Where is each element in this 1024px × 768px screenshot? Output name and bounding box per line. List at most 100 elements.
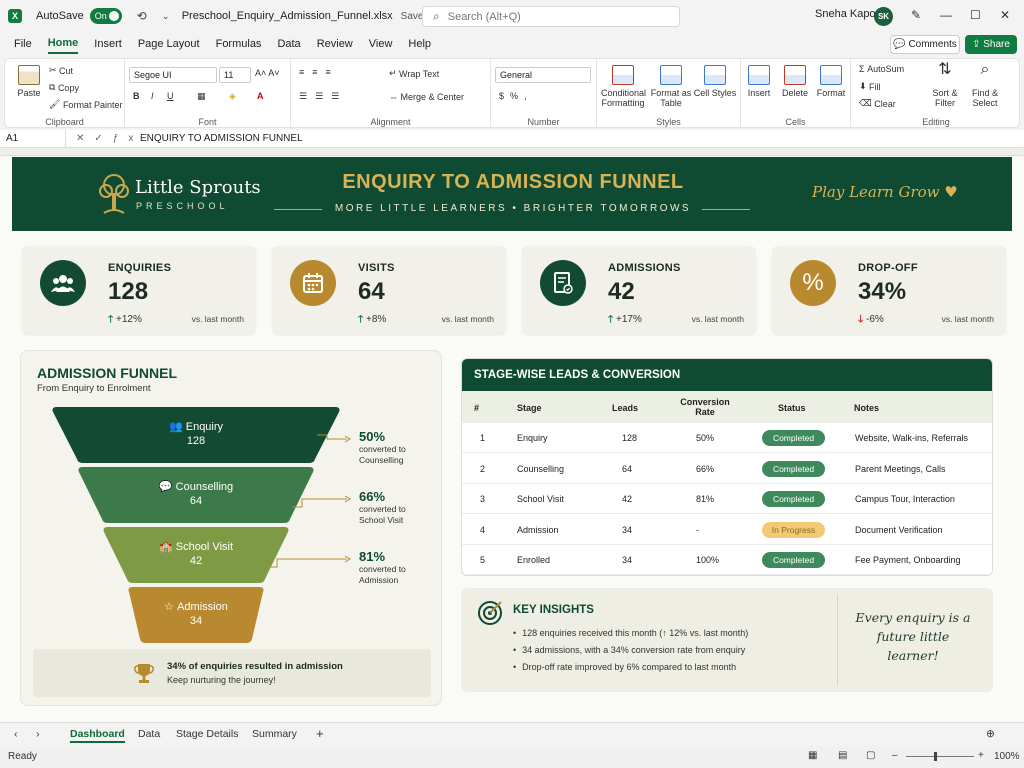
menu-formulas[interactable]: Formulas <box>216 35 262 53</box>
table-row[interactable]: 1 Enquiry 128 50% Completed Website, Walk-ins… <box>462 423 992 453</box>
format-painter-button[interactable]: 🖌 Format Painter <box>49 99 122 110</box>
cell-styles-icon <box>704 65 726 85</box>
clear-button[interactable]: ⌫ Clear <box>859 98 896 109</box>
conversion-label: 50% converted to Counselling <box>359 430 406 466</box>
font-size-select[interactable]: 11 <box>219 67 251 83</box>
paste-button[interactable]: Paste <box>7 65 51 98</box>
autosave-toggle[interactable]: On <box>89 8 122 24</box>
fill-color-icon[interactable]: ◈ <box>229 91 236 102</box>
menu-insert[interactable]: Insert <box>94 35 122 53</box>
menu-review[interactable]: Review <box>317 35 353 53</box>
horizontal-align-icons[interactable]: ☰☰☰ <box>299 91 347 102</box>
cell-styles-button[interactable]: Cell Styles <box>693 65 737 98</box>
formula-input[interactable]: ENQUIRY TO ADMISSION FUNNEL <box>136 133 303 144</box>
format-table-button[interactable]: Format as Table <box>649 65 693 108</box>
table-row[interactable]: 4 Admission 34 - In Progress Document Verific… <box>462 515 992 545</box>
grow-font-icon[interactable]: A˄ A˅ <box>255 68 280 78</box>
format-button[interactable]: Format <box>813 65 849 98</box>
stage-name: Counselling <box>175 481 234 493</box>
vertical-align-icons[interactable]: ≡≡≡ <box>299 67 339 77</box>
chevron-down-icon[interactable]: ⌄ <box>158 11 174 22</box>
comments-button[interactable]: 💬 Comments <box>890 35 960 54</box>
next-sheet-icon[interactable]: › <box>36 728 40 740</box>
formula-bar: A1 ✕✓ƒx ENQUIRY TO ADMISSION FUNNEL <box>0 129 1024 148</box>
menu-page-layout[interactable]: Page Layout <box>138 35 200 53</box>
close-icon[interactable]: ✕ <box>1000 8 1010 22</box>
zoom-slider[interactable] <box>906 756 974 757</box>
menu-view[interactable]: View <box>369 35 393 53</box>
insert-button[interactable]: Insert <box>741 65 777 98</box>
page-break-icon[interactable]: ▢ <box>866 750 875 761</box>
quote-card: Every enquiry is a future little learner… <box>837 594 985 686</box>
insights-title: KEY INSIGHTS <box>513 604 594 616</box>
table-row[interactable]: 3 School Visit 42 81% Completed Campus Tour, … <box>462 484 992 515</box>
editing-label: Editing <box>922 117 950 127</box>
sheet-tab-data[interactable]: Data <box>138 728 160 740</box>
sheet-tab-dashboard[interactable]: Dashboard <box>70 728 125 743</box>
search-input[interactable]: ⌕ Search (Alt+Q) <box>422 6 680 27</box>
name-box[interactable]: A1 <box>0 129 66 148</box>
minimize-icon[interactable]: — <box>940 8 952 22</box>
brand-sub: PRESCHOOL <box>136 201 229 211</box>
zoom-out-icon[interactable]: – <box>892 750 898 761</box>
avatar[interactable]: SK <box>874 7 893 26</box>
share-button[interactable]: ⇪ Share <box>965 35 1017 54</box>
table-header-row: # Stage Leads Conversion Rate Status Not… <box>462 391 992 423</box>
table-row[interactable]: 2 Counselling 64 66% Completed Parent Meeting… <box>462 454 992 484</box>
alignment-group: ≡≡≡ ☰☰☰ ↵ Wrap Text ⇔ Merge & Center Ali… <box>291 59 491 129</box>
kpi-comparison: vs. last month <box>691 314 744 324</box>
font-color-icon[interactable]: A <box>257 91 264 101</box>
cell-conversion: 66% <box>696 463 715 474</box>
italic-button[interactable]: I <box>151 91 154 101</box>
bold-button[interactable]: B <box>133 91 140 101</box>
prev-sheet-icon[interactable]: ‹ <box>14 728 18 740</box>
wrap-text-button[interactable]: ↵ Wrap Text <box>389 68 439 79</box>
sort-filter-button[interactable]: ⇅ Sort & Filter <box>927 62 963 109</box>
conversion-label: 81% converted to Admission <box>359 550 406 586</box>
underline-button[interactable]: U <box>167 91 174 101</box>
number-format-select[interactable]: General <box>495 67 591 83</box>
kpi-delta: 🡑 +12% <box>108 312 142 329</box>
menu-data[interactable]: Data <box>277 35 300 53</box>
copy-button[interactable]: ⧉ Copy <box>49 82 79 93</box>
formula-icons[interactable]: ✕✓ƒx <box>66 133 136 144</box>
conversion-text: converted to <box>359 444 406 454</box>
save-icon[interactable]: ⟲ <box>134 9 150 23</box>
delete-button[interactable]: Delete <box>777 65 813 98</box>
scroll-right-icon[interactable]: ⊕ <box>986 728 995 740</box>
percent-icon: % <box>790 260 836 306</box>
header-conversion: Conversion Rate <box>680 397 730 417</box>
maximize-icon[interactable]: ☐ <box>970 8 981 22</box>
zoom-level[interactable]: 100% <box>994 751 1020 762</box>
fill-button[interactable]: ⬇ Fill <box>859 81 881 92</box>
cell-conversion: 100% <box>696 555 720 566</box>
pen-icon[interactable]: ✎ <box>911 8 921 22</box>
cell-conversion: 81% <box>696 494 715 505</box>
currency-percent-icons[interactable]: $%, <box>499 91 533 101</box>
cell-notes: Document Verification <box>855 524 943 535</box>
menu-home[interactable]: Home <box>47 34 79 54</box>
filename: Preschool_Enquiry_Admission_Funnel.xlsx <box>181 10 393 22</box>
menu-file[interactable]: File <box>14 35 32 53</box>
header-num: # <box>474 403 480 413</box>
kpi-delta-value: +12% <box>115 314 142 325</box>
conditional-formatting-button[interactable]: Conditional Formatting <box>601 65 646 108</box>
table-row[interactable]: 5 Enrolled 34 100% Completed Fee Payment, Onb… <box>462 545 992 575</box>
borders-icon[interactable]: ▦ <box>197 91 206 102</box>
stage-count: 42 <box>189 555 203 567</box>
menu-help[interactable]: Help <box>408 35 431 53</box>
add-sheet-icon[interactable]: + <box>316 726 324 741</box>
zoom-handle[interactable] <box>934 752 937 761</box>
page-layout-icon[interactable]: ▤ <box>838 750 847 761</box>
autosum-button[interactable]: Σ AutoSum <box>859 64 904 74</box>
sheet-tab-summary[interactable]: Summary <box>252 728 297 740</box>
zoom-in-icon[interactable]: + <box>978 750 984 761</box>
kpi-delta-value: +8% <box>365 314 387 325</box>
merge-center-button[interactable]: ⇔ Merge & Center <box>389 92 464 102</box>
sheet-tab-stage-details[interactable]: Stage Details <box>176 728 238 740</box>
worksheet[interactable]: Little Sprouts PRESCHOOL ENQUIRY TO ADMI… <box>0 148 1024 722</box>
font-family-select[interactable]: Segoe UI <box>129 67 217 83</box>
normal-view-icon[interactable]: ▦ <box>808 750 817 761</box>
cut-button[interactable]: ✂ Cut <box>49 65 73 76</box>
find-select-button[interactable]: ⌕ Find & Select <box>965 62 1005 109</box>
